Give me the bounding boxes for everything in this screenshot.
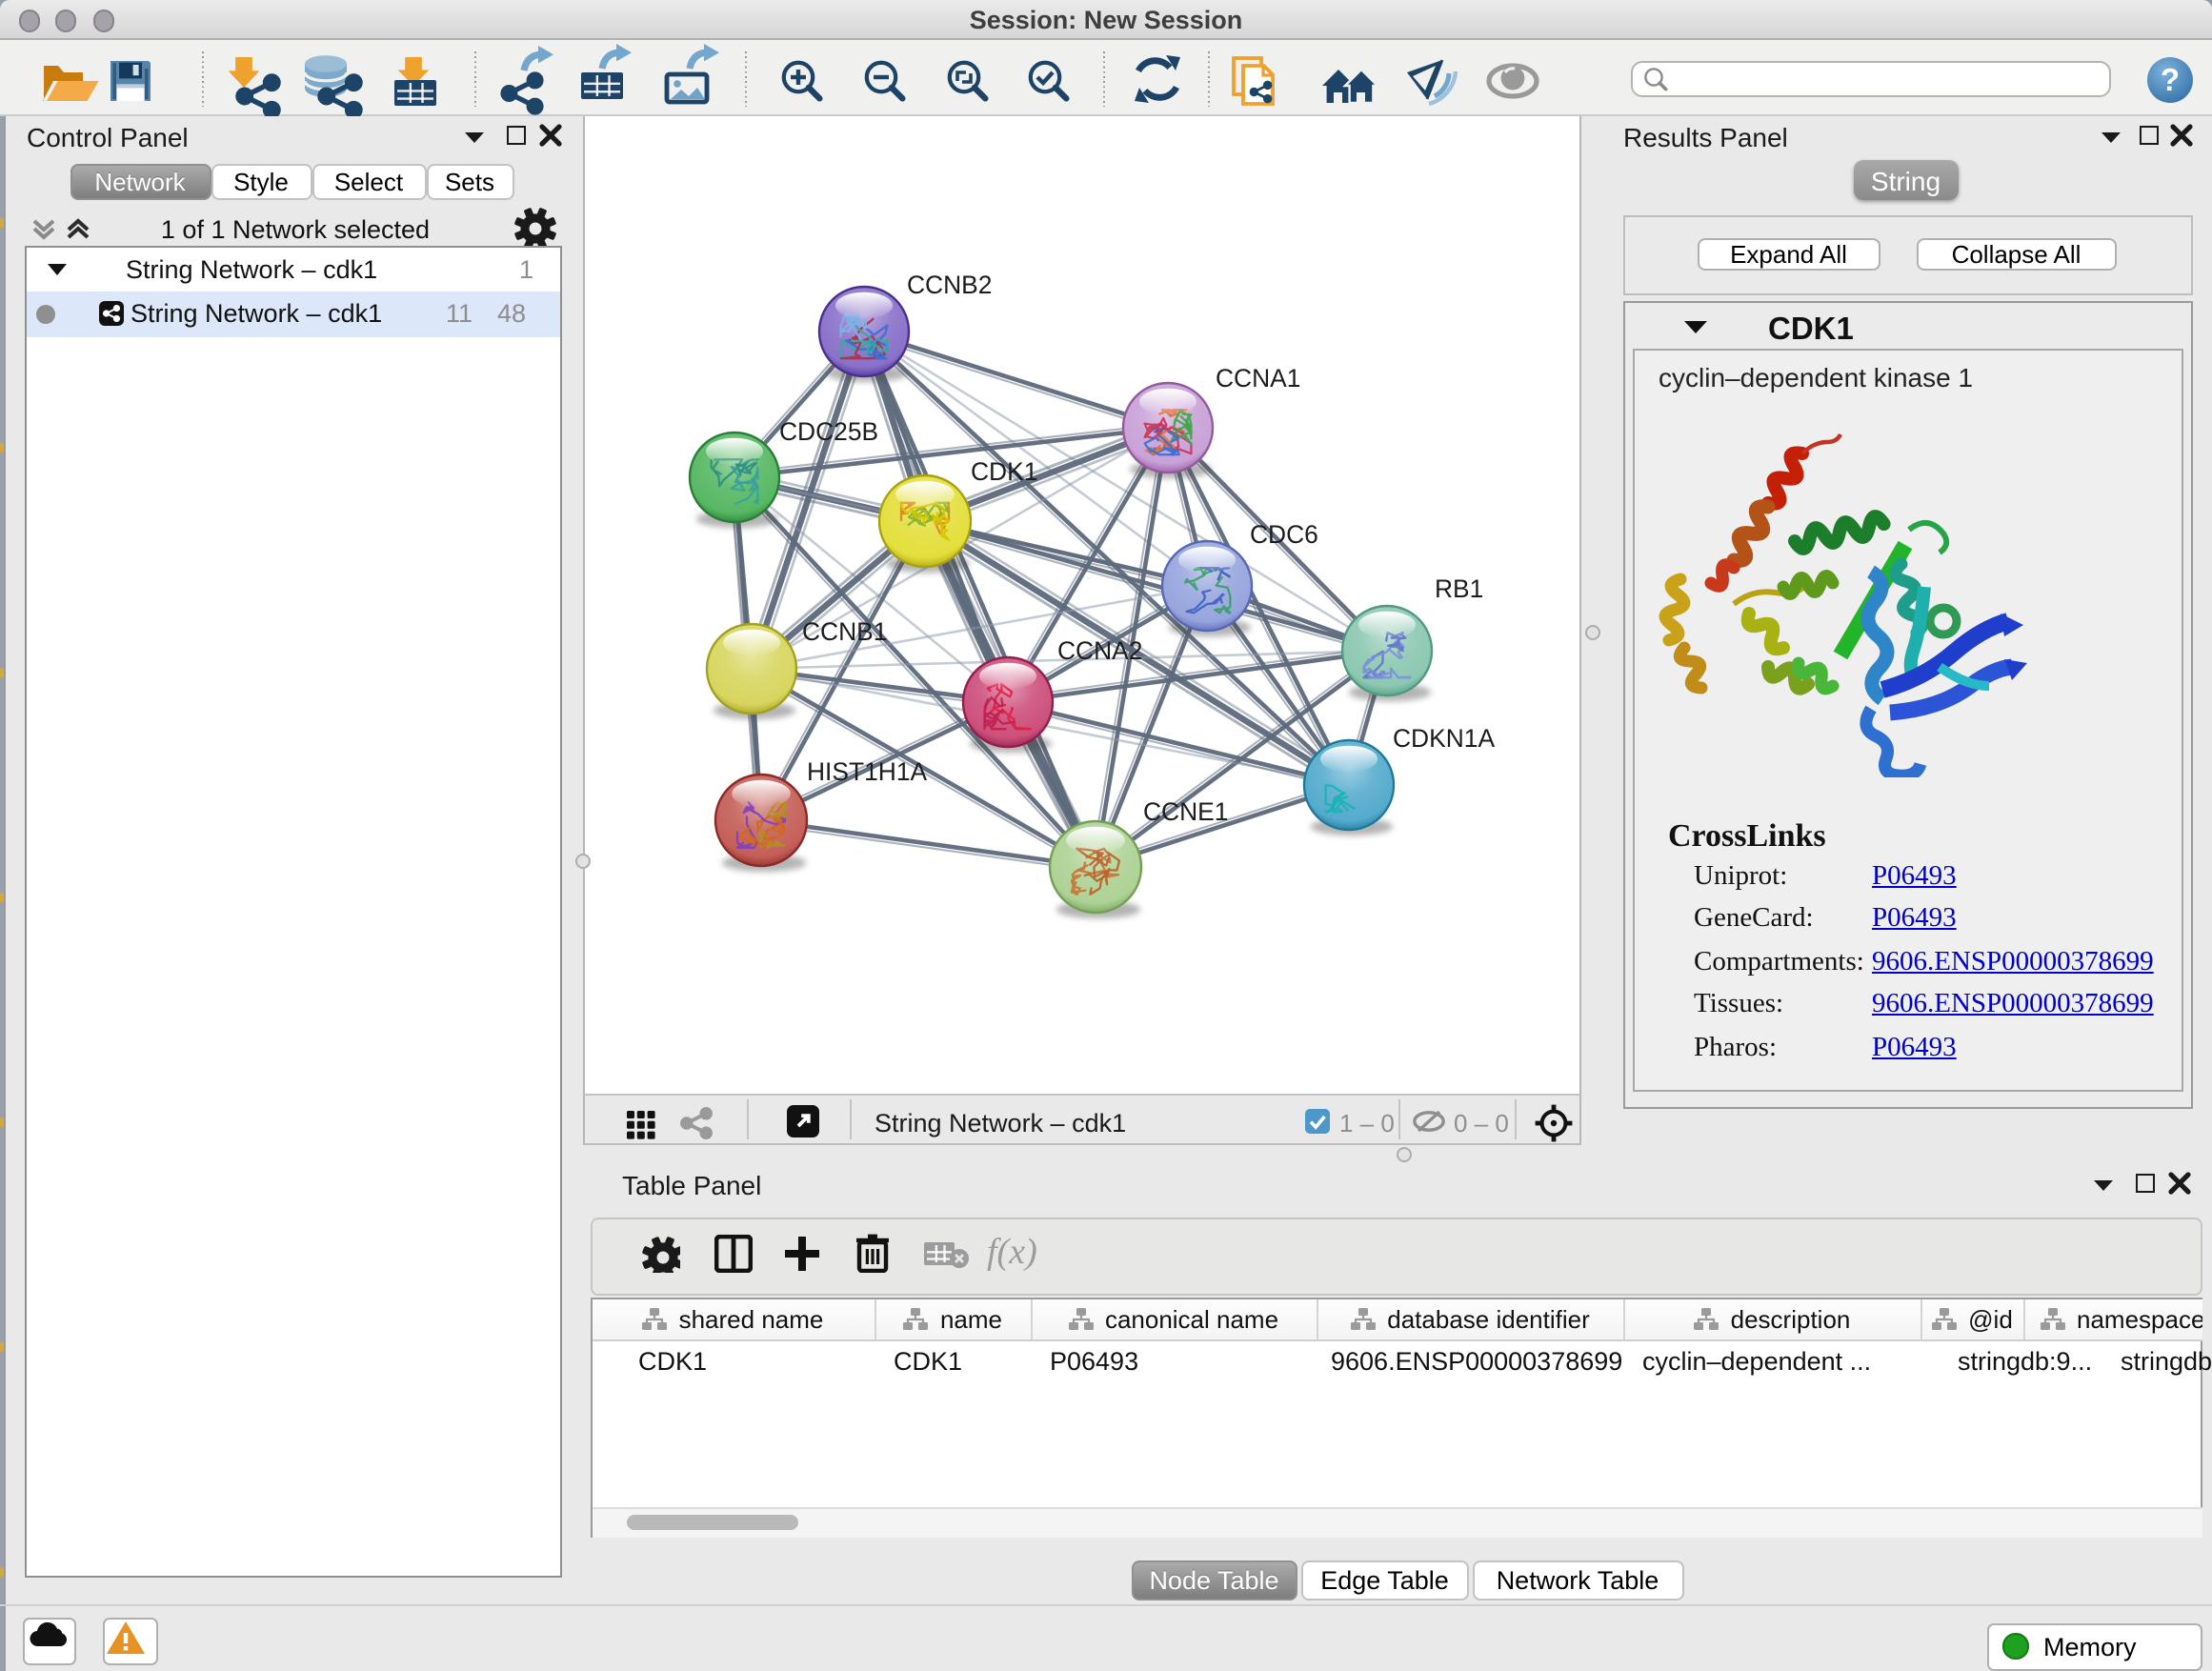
svg-text:CDC6: CDC6 bbox=[1250, 520, 1318, 549]
svg-text:CDKN1A: CDKN1A bbox=[1393, 724, 1495, 753]
svg-text:CCNA2: CCNA2 bbox=[1057, 636, 1142, 665]
svg-text:CCNA1: CCNA1 bbox=[1216, 364, 1300, 393]
svg-text:RB1: RB1 bbox=[1435, 574, 1483, 603]
svg-text:CCNE1: CCNE1 bbox=[1143, 797, 1228, 826]
svg-text:HIST1H1A: HIST1H1A bbox=[807, 757, 928, 786]
svg-text:?: ? bbox=[2161, 62, 2180, 97]
svg-text:CDC25B: CDC25B bbox=[779, 417, 878, 446]
svg-text:CCNB1: CCNB1 bbox=[802, 617, 887, 646]
svg-text:CDK1: CDK1 bbox=[971, 457, 1037, 486]
svg-text:CCNB2: CCNB2 bbox=[907, 271, 992, 299]
